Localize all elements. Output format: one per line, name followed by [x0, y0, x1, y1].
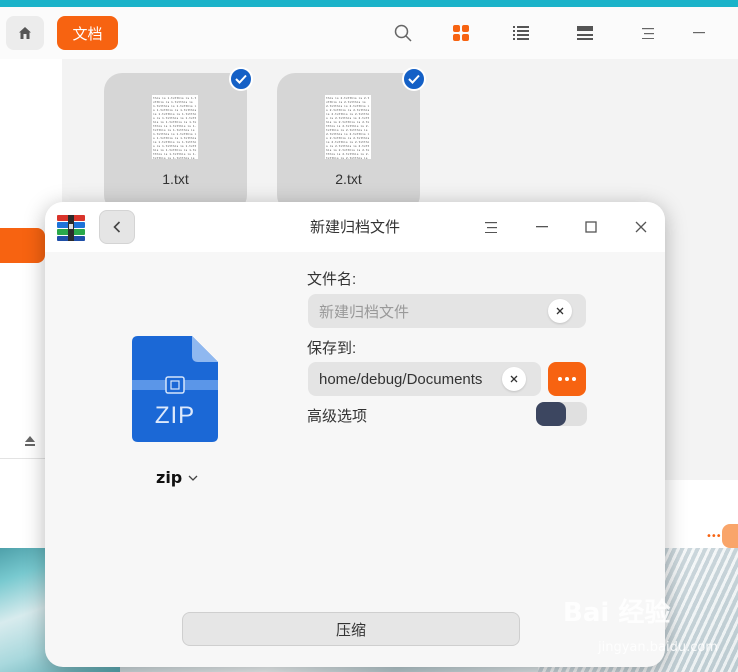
baidu-watermark: Bai 经验	[563, 598, 671, 628]
dialog-maximize-button[interactable]	[579, 215, 603, 239]
save-to-label: 保存到:	[307, 340, 357, 357]
selected-check-icon	[402, 67, 426, 91]
sidebar-item-active[interactable]	[0, 228, 45, 263]
selected-check-icon	[229, 67, 253, 91]
format-label: zip	[156, 468, 183, 487]
filename-field[interactable]: 新建归档文件	[308, 294, 586, 328]
dialog-title: 新建归档文件	[309, 219, 400, 236]
file-name: 2.txt	[335, 171, 362, 187]
baidu-watermark-url: jingyan.baidu.com	[598, 640, 718, 655]
file-thumbnail: this is 2.txtthis is 2.txtthis is 2.txtt…	[325, 95, 371, 159]
format-selector[interactable]: zip	[156, 468, 198, 487]
more-icon-dot	[565, 377, 569, 381]
file-manager-toolbar: 文档	[0, 7, 738, 59]
zip-icon-label: ZIP	[154, 402, 196, 429]
advanced-options-label: 高级选项	[307, 408, 368, 425]
menu-icon	[642, 27, 654, 39]
list-view-button[interactable]	[510, 22, 532, 44]
compress-button[interactable]: 压缩	[182, 612, 520, 646]
details-view-button[interactable]	[574, 22, 596, 44]
fm-minimize-button[interactable]	[688, 22, 710, 44]
file-name: 1.txt	[162, 171, 189, 187]
search-button[interactable]	[392, 22, 414, 44]
browse-folder-button[interactable]	[548, 362, 586, 396]
more-dots-icon: •••	[706, 531, 722, 542]
toggle-knob	[536, 402, 566, 426]
floating-handle[interactable]	[722, 524, 738, 548]
save-path-clear-button[interactable]	[502, 367, 526, 391]
window-top-accent	[0, 0, 738, 7]
file-thumbnail: this is 1.txtthis is 1.txtthis is 1.txtt…	[152, 95, 198, 159]
filename-placeholder: 新建归档文件	[319, 303, 410, 321]
advanced-options-toggle[interactable]	[536, 402, 587, 426]
clear-icon	[556, 307, 564, 315]
filename-clear-button[interactable]	[548, 299, 572, 323]
dialog-titlebar: 新建归档文件	[45, 202, 665, 252]
minimize-icon	[693, 32, 705, 34]
maximize-icon	[585, 221, 597, 233]
file-item[interactable]: this is 1.txtthis is 1.txtthis is 1.txtt…	[104, 67, 253, 213]
minimize-icon	[536, 226, 548, 228]
grid-view-button[interactable]	[450, 22, 472, 44]
dialog-close-button[interactable]	[629, 215, 653, 239]
home-icon	[19, 27, 31, 39]
chevron-down-icon	[188, 475, 198, 481]
save-path-field[interactable]: home/debug/Documents	[308, 362, 541, 396]
grid-view-icon	[453, 25, 469, 41]
filename-label: 文件名:	[307, 271, 357, 288]
dialog-menu-button[interactable]	[479, 215, 503, 239]
dialog-minimize-button[interactable]	[530, 215, 554, 239]
more-icon-dot	[572, 377, 576, 381]
save-path-value: home/debug/Documents	[319, 370, 483, 388]
more-icon	[558, 377, 562, 381]
menu-icon	[485, 221, 497, 233]
search-icon	[394, 24, 412, 42]
close-icon	[635, 221, 647, 233]
home-button[interactable]	[6, 16, 44, 50]
eject-icon[interactable]	[24, 435, 36, 447]
list-view-icon	[513, 26, 529, 40]
fm-menu-button[interactable]	[637, 22, 659, 44]
clear-icon	[510, 375, 518, 383]
details-view-icon	[577, 26, 593, 40]
breadcrumb-documents[interactable]: 文档	[57, 16, 118, 50]
file-item[interactable]: this is 2.txtthis is 2.txtthis is 2.txtt…	[277, 67, 426, 213]
